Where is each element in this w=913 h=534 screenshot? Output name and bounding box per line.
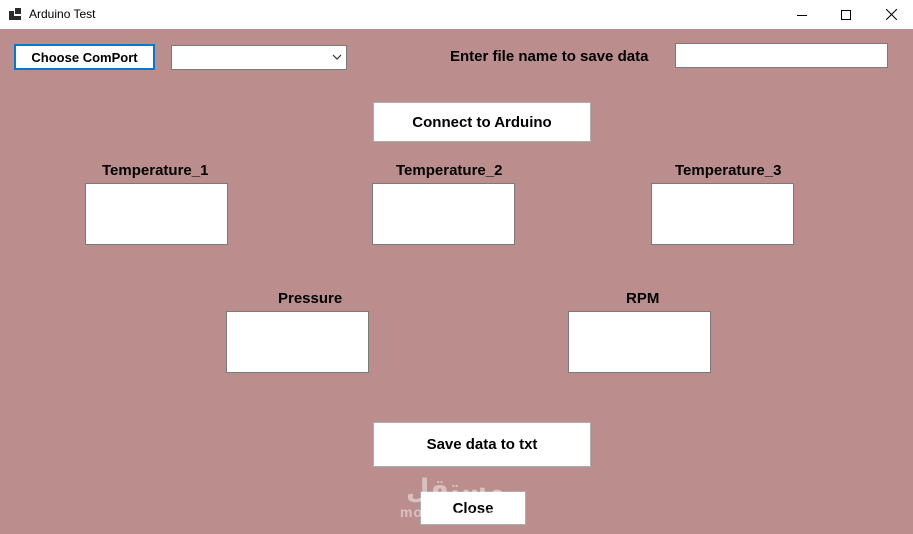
temperature-3-label: Temperature_3 (675, 162, 782, 179)
file-name-label: Enter file name to save data (450, 48, 649, 65)
app-window-icon (9, 8, 21, 20)
temperature-1-label: Temperature_1 (102, 162, 209, 179)
close-button[interactable]: Close (420, 491, 526, 525)
close-icon (885, 9, 897, 20)
window-title: Arduino Test (29, 7, 96, 21)
connect-arduino-button[interactable]: Connect to Arduino (373, 102, 591, 142)
close-window-button[interactable] (868, 0, 913, 29)
choose-comport-button[interactable]: Choose ComPort (14, 44, 155, 70)
pressure-label: Pressure (278, 290, 343, 307)
pressure-textbox[interactable] (226, 311, 369, 373)
rpm-label: RPM (626, 290, 660, 307)
title-bar: Arduino Test (0, 0, 913, 29)
file-name-input[interactable] (675, 43, 888, 68)
temperature-3-textbox[interactable] (651, 183, 794, 245)
rpm-textbox[interactable] (568, 311, 711, 373)
save-data-button[interactable]: Save data to txt (373, 422, 591, 467)
temperature-2-label: Temperature_2 (396, 162, 503, 179)
temperature-2-textbox[interactable] (372, 183, 515, 245)
minimize-icon (797, 14, 807, 16)
form-client-area: Choose ComPort Enter file name to save d… (0, 29, 913, 534)
chevron-down-icon (332, 54, 342, 60)
comport-dropdown[interactable] (171, 45, 347, 70)
maximize-button[interactable] (823, 0, 869, 29)
minimize-button[interactable] (779, 0, 825, 29)
maximize-icon (841, 9, 851, 20)
temperature-1-textbox[interactable] (85, 183, 228, 245)
